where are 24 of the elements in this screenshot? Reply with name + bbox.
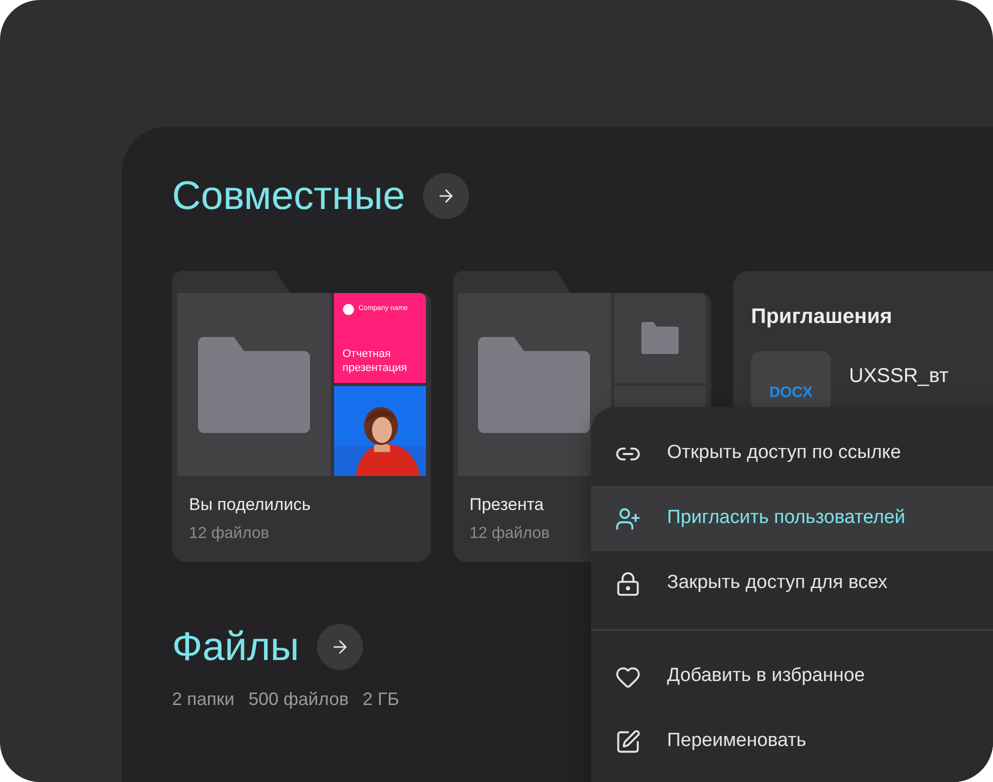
edit-icon: [615, 728, 641, 754]
file-count: 12 файлов: [189, 524, 270, 544]
folder-icon: [198, 336, 310, 432]
folder-name: Вы поделились: [189, 494, 312, 516]
add-user-icon: [615, 506, 641, 532]
menu-item[interactable]: Добавить в избранное: [591, 644, 993, 709]
file-name: UXSSR_вт: [849, 364, 948, 388]
menu-item[interactable]: Пригласить пользователей: [591, 486, 993, 551]
folder-name: Презента: [470, 494, 545, 516]
section-title: Файлы: [172, 624, 300, 670]
slide-title: Отчетная презентация: [342, 347, 408, 375]
open-arrow-button[interactable]: [423, 173, 470, 219]
folder-icon: [478, 336, 590, 432]
lock-icon: [615, 570, 641, 596]
section-title: Совместные: [172, 173, 406, 220]
card-title: Приглашения: [751, 304, 894, 330]
folder-icon: [641, 322, 679, 354]
files-stat: 500 файлов: [248, 688, 349, 711]
file-count: 12 файлов: [470, 524, 551, 544]
files-stat: 2 ГБ: [362, 688, 400, 710]
menu-item[interactable]: Переименовать: [591, 709, 993, 774]
files-stat: 2 папки: [172, 688, 234, 710]
file-type: DOCX: [769, 383, 813, 403]
logo-icon: [342, 304, 354, 315]
